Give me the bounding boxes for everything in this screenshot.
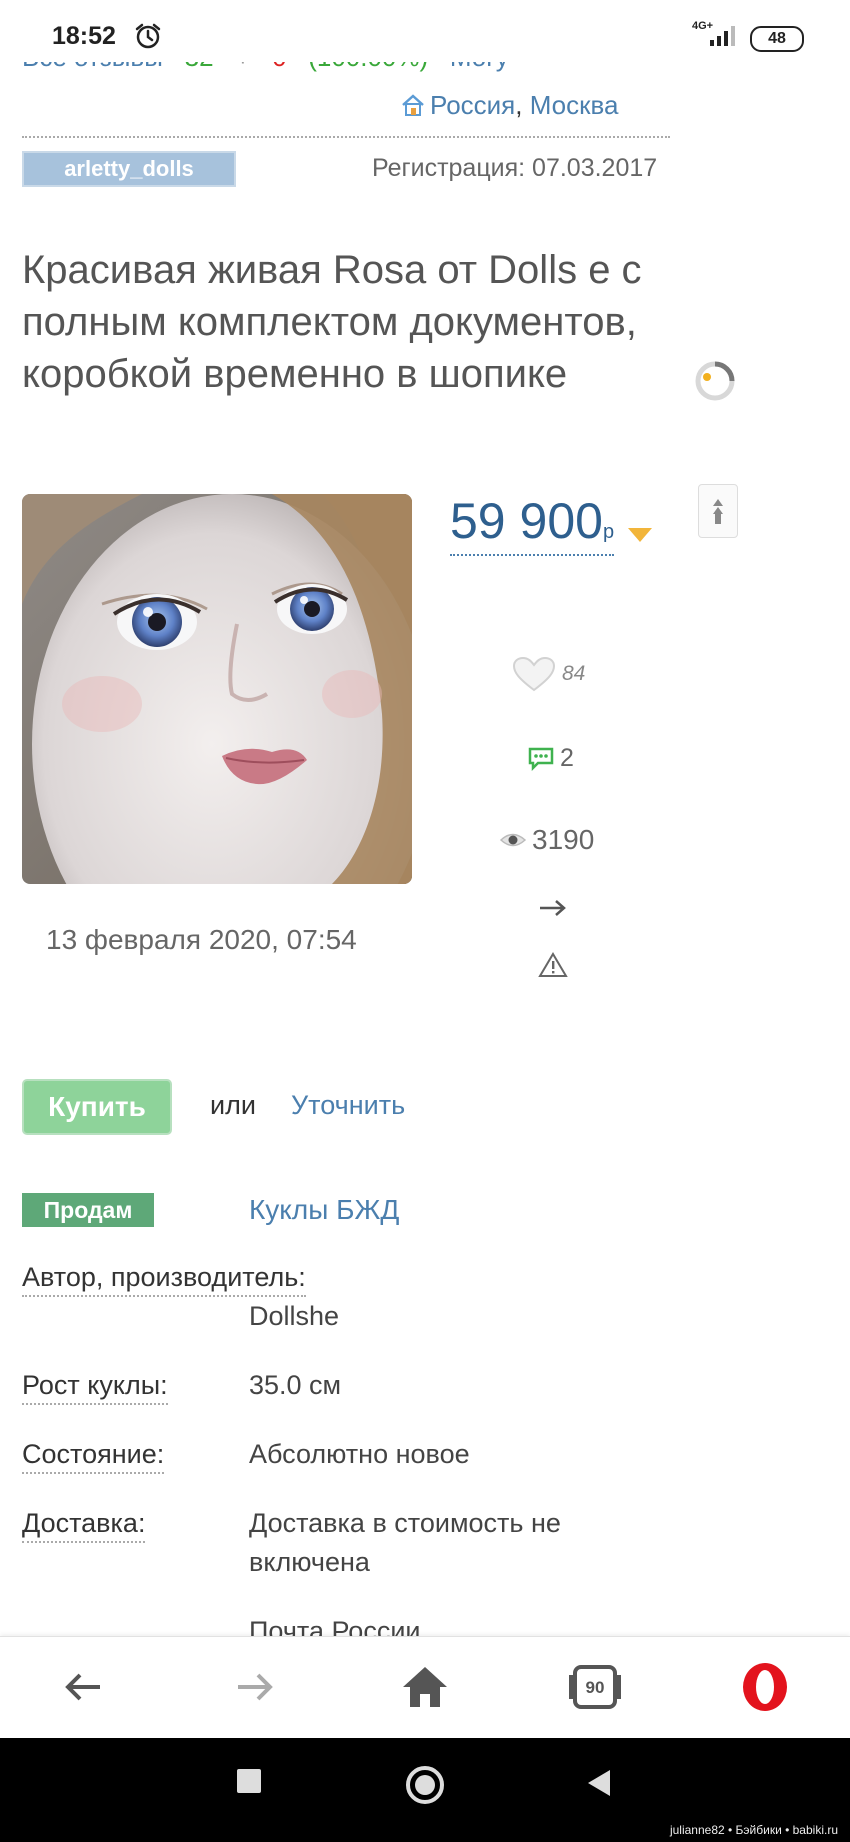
spec-value-condition: Абсолютно новое [249,1439,470,1469]
spec-label-delivery: Доставка: [22,1508,146,1543]
heart-icon [512,656,556,692]
spec-label-height: Рост куклы: [22,1370,168,1405]
eye-icon [500,833,526,847]
tabs-icon[interactable]: 90 [565,1657,625,1717]
likes[interactable]: 84 [512,656,585,692]
seller-username-badge[interactable]: arletty_dolls [22,151,236,187]
back-icon[interactable] [54,1657,114,1717]
android-home-icon[interactable] [404,1764,446,1806]
watermark: julianne82 • Бэйбики • babiki.ru [663,1820,844,1840]
seller-location: Россия, Москва [400,90,619,121]
doll-face-image [22,494,412,884]
android-back-icon[interactable] [586,1768,612,1798]
listing-photo[interactable] [22,494,412,884]
status-bar: 18:52 4G+ 48 [0,0,850,62]
price-dropdown-icon[interactable] [628,528,652,542]
or-label: или [210,1090,256,1120]
scroll-top-button[interactable] [698,484,738,538]
spec-label-condition: Состояние: [22,1439,165,1474]
home-nav-icon[interactable] [395,1657,455,1717]
registration-date: Регистрация: 07.03.2017 [372,154,658,182]
spec-value-delivery: Доставка в стоимость не включена [249,1508,561,1577]
spec-value-height: 35.0 см [249,1370,342,1400]
status-time: 18:52 [52,22,116,50]
comment-icon [528,747,554,771]
forward-icon[interactable] [224,1657,284,1717]
android-nav-bar: julianne82 • Бэйбики • babiki.ru [0,1738,850,1842]
price-value: 59 900 [450,493,603,549]
home-icon [402,94,424,116]
sell-badge: Продам [22,1193,154,1227]
browser-bottom-bar: 90 [0,1636,850,1739]
warning-icon[interactable] [538,952,568,978]
spec-label-author: Автор, производитель: [22,1262,306,1297]
views-count: 3190 [532,824,595,855]
loading-spinner-icon [695,361,735,401]
alarm-icon [135,23,161,49]
likes-count: 84 [562,662,586,685]
battery-indicator: 48 [750,26,804,52]
opera-icon[interactable] [735,1657,795,1717]
views: 3190 [500,824,594,856]
signal-icon [710,26,735,46]
posted-date: 13 февраля 2020, 07:54 [46,924,357,955]
share-arrow-icon[interactable] [538,896,568,920]
price-currency: р [602,521,615,543]
city-link[interactable]: Москва [530,90,619,120]
comments[interactable]: 2 [528,744,574,773]
seller-divider [22,136,670,138]
spec-value-author: Dollshe [249,1301,340,1331]
scroll-top-icon [713,499,723,524]
recents-icon[interactable] [236,1768,262,1794]
buy-button[interactable]: Купить [22,1079,172,1135]
tabs-count: 90 [586,1678,605,1697]
clarify-link[interactable]: Уточнить [291,1090,405,1121]
comments-count: 2 [560,744,574,772]
listing-title: Красивая живая Rosa от Dolls e с полным … [22,248,642,396]
country-link[interactable]: Россия [430,90,515,120]
location-separator: , [515,90,523,120]
price[interactable]: 59 900р [450,492,615,556]
category-link[interactable]: Куклы БЖД [249,1194,399,1226]
